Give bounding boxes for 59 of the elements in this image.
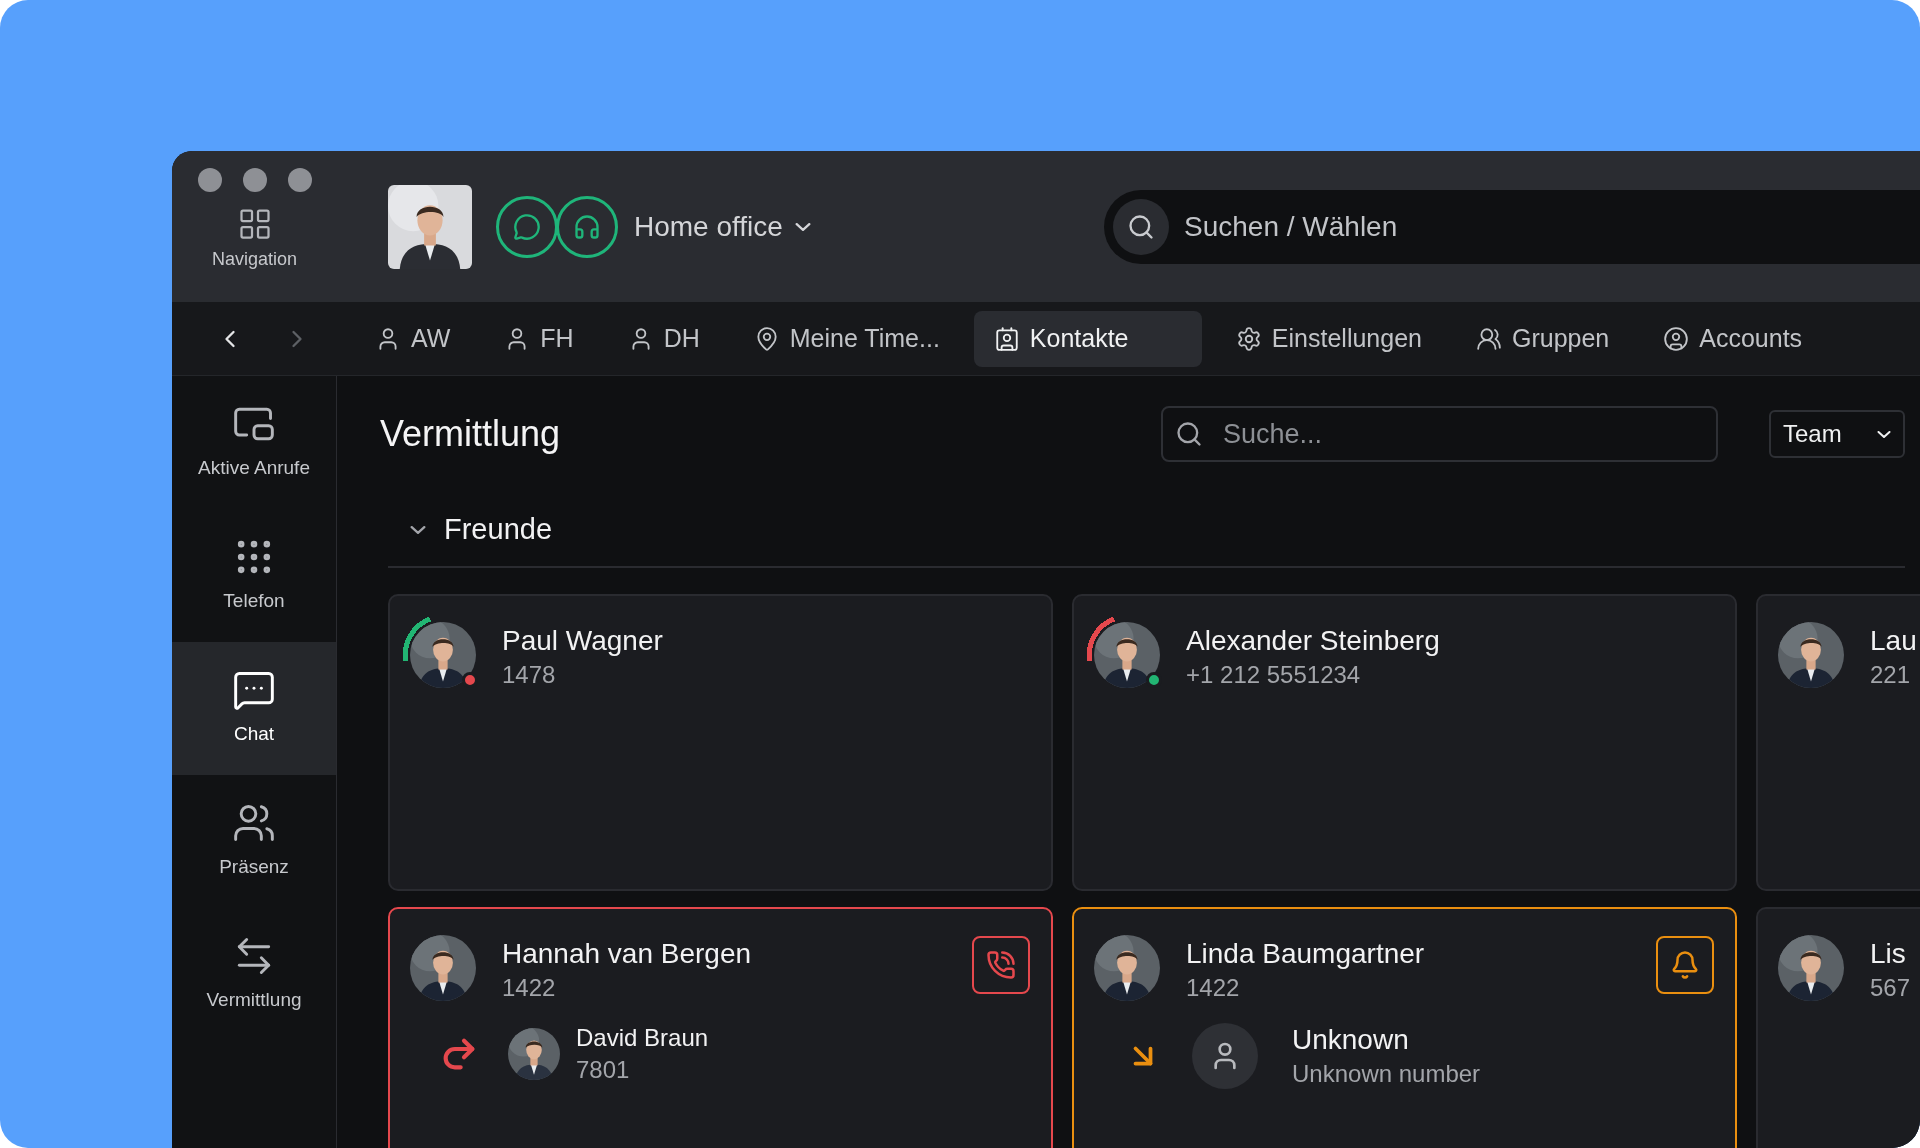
group-header[interactable]: Freunde bbox=[388, 510, 552, 550]
contact-name: Paul Wagner bbox=[502, 624, 663, 658]
contact-name: Hannah van Bergen bbox=[502, 937, 752, 971]
phone-status-badge[interactable] bbox=[556, 195, 618, 258]
contact-card[interactable]: Lis 567 bbox=[1756, 907, 1920, 1148]
settings-icon bbox=[1235, 325, 1262, 352]
headset-icon bbox=[573, 212, 601, 241]
contact-number: 1422 bbox=[502, 973, 557, 1003]
contact-name: Lau bbox=[1870, 624, 1917, 658]
tab[interactable]: AW bbox=[355, 310, 471, 367]
contact-number: 567 bbox=[1870, 973, 1911, 1003]
chevron-down-icon bbox=[1877, 430, 1891, 438]
bell-icon bbox=[1670, 950, 1700, 980]
caller-name: David Braun bbox=[576, 1023, 709, 1053]
team-dropdown[interactable]: Team bbox=[1769, 410, 1905, 458]
chevron-down-icon bbox=[794, 222, 811, 231]
tab[interactable]: DH bbox=[607, 310, 720, 367]
chat-bubble-icon bbox=[513, 212, 541, 241]
caller-number: Unknown number bbox=[1292, 1059, 1481, 1089]
tab[interactable]: Einstellungen bbox=[1215, 310, 1442, 367]
tab[interactable]: FH bbox=[484, 310, 594, 367]
contact-card[interactable]: Hannah van Bergen 1422 David Braun 7801 bbox=[388, 907, 1053, 1148]
sidebar-item[interactable]: Aktive Anrufe bbox=[172, 376, 336, 509]
search-icon bbox=[1127, 212, 1155, 241]
tab[interactable]: Gruppen bbox=[1455, 310, 1630, 367]
search-dial-field[interactable]: Suchen / Wählen bbox=[1104, 189, 1920, 264]
location-dropdown[interactable]: Home office bbox=[634, 205, 811, 248]
contact-name: Alexander Steinberg bbox=[1186, 624, 1440, 658]
contact-card[interactable]: Lau 221 bbox=[1756, 594, 1920, 891]
contact-card[interactable]: Paul Wagner 1478 bbox=[388, 594, 1053, 891]
contact-number: 1478 bbox=[502, 660, 557, 690]
contact-book-icon bbox=[993, 325, 1020, 352]
navigation-label: Navigation bbox=[211, 248, 298, 271]
sidebar-item[interactable]: Telefon bbox=[172, 509, 336, 642]
contact-number: 1422 bbox=[1186, 973, 1241, 1003]
contact-number: 221 bbox=[1870, 660, 1912, 690]
person-circle-icon bbox=[1663, 325, 1690, 352]
chat-status-badge[interactable] bbox=[496, 195, 558, 258]
contact-card[interactable]: Alexander Steinberg +1 212 5551234 bbox=[1072, 594, 1737, 891]
tab[interactable]: Kontakte bbox=[973, 310, 1202, 367]
contact-name: Linda Baumgartner bbox=[1186, 937, 1425, 971]
sidebar-item[interactable]: Vermittlung bbox=[172, 908, 336, 1041]
caller-number: 7801 bbox=[576, 1055, 631, 1085]
contact-name: Lis bbox=[1870, 937, 1907, 971]
sidebar-item[interactable]: Präsenz bbox=[172, 775, 336, 908]
tab[interactable]: Meine Time... bbox=[733, 310, 960, 367]
page-title: Vermittlung bbox=[380, 412, 561, 456]
phone-icon bbox=[986, 950, 1016, 980]
notification-button[interactable] bbox=[1656, 936, 1714, 994]
contact-card[interactable]: Linda Baumgartner 1422 Unknown Unknown number bbox=[1072, 907, 1737, 1148]
sidebar-item[interactable]: Chat bbox=[172, 642, 336, 775]
people-icon bbox=[1475, 325, 1502, 352]
contact-number: +1 212 5551234 bbox=[1186, 660, 1362, 690]
call-button[interactable] bbox=[972, 936, 1030, 994]
caller-name: Unknown bbox=[1292, 1023, 1410, 1057]
tab[interactable]: Accounts bbox=[1643, 310, 1823, 367]
chevron-down-icon bbox=[410, 526, 426, 534]
search-icon bbox=[1175, 420, 1203, 448]
search-field[interactable]: Suche... bbox=[1161, 406, 1718, 462]
